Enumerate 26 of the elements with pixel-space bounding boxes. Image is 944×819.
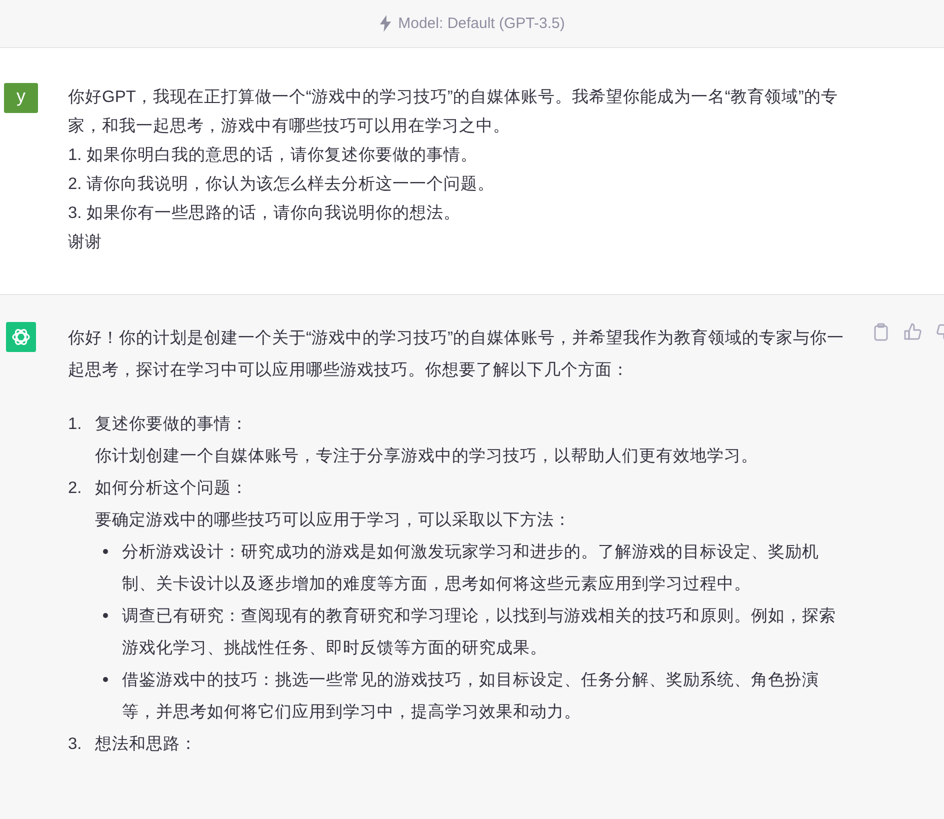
- assistant-avatar-icon: [6, 322, 36, 352]
- message-text: 你好！你的计划是创建一个关于“游戏中的学习技巧”的自媒体账号，并希望我作为教育领域的专家与你一起思考，探讨在学习中可以应用哪些游戏技巧。你想要了解以下几个方面：: [68, 328, 845, 381]
- bullet-icon: [103, 549, 108, 554]
- list-item-text: 要确定游戏中的哪些技巧可以应用于学习，可以采取以下方法：: [95, 510, 572, 531]
- message-text: 谢谢: [68, 232, 103, 253]
- bullet-text: 分析游戏设计：研究成功的游戏是如何激发玩家学习和进步的。了解游戏的目标设定、奖励机制、关卡设计以及逐步增加的难度等方面，思考如何将这些元素应用到学习过程中。: [122, 542, 820, 595]
- user-avatar: y: [4, 83, 38, 113]
- list-item-title: 想法和思路：: [95, 734, 198, 755]
- bullet-text: 调查已有研究：查阅现有的教育研究和学习理论，以找到与游戏相关的技巧和原则。例如，探索游戏化学习、挑战性任务、即时反馈等方面的研究成果。: [122, 606, 837, 659]
- list-number: 1.: [68, 414, 83, 435]
- lightning-icon: [379, 15, 392, 32]
- copy-icon[interactable]: [872, 323, 890, 341]
- message-text: 1. 如果你明白我的意思的话，请你复述你要做的事情。: [68, 145, 478, 166]
- thumbs-up-icon[interactable]: [904, 323, 922, 341]
- bullet-text: 借鉴游戏中的技巧：挑选一些常见的游戏技巧，如目标设定、任务分解、奖励系统、角色扮演等，并思考如何将它们应用到学习中，提高学习效果和动力。: [122, 670, 820, 723]
- model-label: Model: Default (GPT-3.5): [398, 15, 565, 32]
- message-text: 2. 请你向我说明，你认为该怎么样去分析这一一个问题。: [68, 174, 496, 195]
- list-item-text: 你计划创建一个自媒体账号，专注于分享游戏中的学习技巧，以帮助人们更有效地学习。: [95, 446, 759, 467]
- message-text: 你好GPT，我现在正打算做一个“游戏中的学习技巧”的自媒体账号。我希望你能成为一名“教育领域”的专家，和我一起思考，游戏中有哪些技巧可以用在学习之中。: [68, 86, 839, 137]
- list-number: 3.: [68, 734, 83, 755]
- message-text: 3. 如果你有一些思路的话，请你向我说明你的想法。: [68, 203, 462, 224]
- bullet-icon: [103, 677, 108, 682]
- list-item-title: 复述你要做的事情：: [95, 414, 249, 435]
- list-number: 2.: [68, 478, 83, 499]
- bullet-icon: [103, 613, 108, 618]
- list-item-title: 如何分析这个问题：: [95, 478, 249, 499]
